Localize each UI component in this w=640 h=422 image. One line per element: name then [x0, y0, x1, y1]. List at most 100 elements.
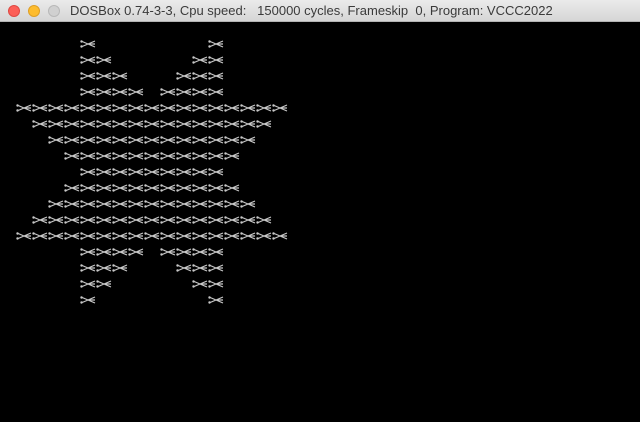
scissors-glyph-icon	[80, 248, 96, 256]
scissors-glyph-icon	[48, 120, 64, 128]
scissors-glyph-icon	[128, 184, 144, 192]
scissors-glyph-icon	[192, 168, 208, 176]
scissors-glyph-icon	[16, 104, 32, 112]
scissors-glyph-icon	[96, 104, 112, 112]
scissors-glyph-icon	[96, 232, 112, 240]
scissors-glyph-icon	[112, 216, 128, 224]
scissors-glyph-icon	[176, 72, 192, 80]
scissors-glyph-icon	[112, 200, 128, 208]
scissors-glyph-icon	[272, 232, 288, 240]
scissors-glyph-icon	[160, 120, 176, 128]
scissors-glyph-icon	[96, 200, 112, 208]
scissors-glyph-icon	[80, 168, 96, 176]
scissors-glyph-icon	[80, 136, 96, 144]
scissors-glyph-icon	[128, 136, 144, 144]
scissors-glyph-icon	[208, 56, 224, 64]
scissors-glyph-icon	[128, 248, 144, 256]
scissors-glyph-icon	[240, 216, 256, 224]
scissors-glyph-icon	[64, 104, 80, 112]
scissors-glyph-icon	[144, 104, 160, 112]
dosbox-window: DOSBox 0.74-3-3, Cpu speed: 150000 cycle…	[0, 0, 640, 422]
scissors-glyph-icon	[144, 136, 160, 144]
scissors-glyph-icon	[176, 200, 192, 208]
scissors-glyph-icon	[128, 200, 144, 208]
scissors-glyph-icon	[176, 104, 192, 112]
scissors-glyph-icon	[208, 72, 224, 80]
scissors-glyph-icon	[80, 264, 96, 272]
scissors-glyph-icon	[112, 264, 128, 272]
scissors-glyph-icon	[208, 104, 224, 112]
scissors-glyph-icon	[64, 216, 80, 224]
scissors-glyph-icon	[192, 120, 208, 128]
scissors-glyph-icon	[112, 72, 128, 80]
scissors-glyph-icon	[80, 72, 96, 80]
scissors-glyph-icon	[240, 136, 256, 144]
scissors-glyph-icon	[208, 296, 224, 304]
scissors-glyph-icon	[64, 152, 80, 160]
scissors-glyph-icon	[96, 72, 112, 80]
scissors-glyph-icon	[96, 280, 112, 288]
scissors-glyph-icon	[160, 184, 176, 192]
scissors-glyph-icon	[112, 232, 128, 240]
scissors-glyph-icon	[144, 184, 160, 192]
zoom-button[interactable]	[48, 5, 60, 17]
scissors-glyph-icon	[96, 216, 112, 224]
scissors-glyph-icon	[208, 88, 224, 96]
scissors-glyph-icon	[128, 232, 144, 240]
scissors-glyph-icon	[96, 248, 112, 256]
scissors-glyph-icon	[112, 136, 128, 144]
scissors-glyph-icon	[128, 120, 144, 128]
close-button[interactable]	[8, 5, 20, 17]
scissors-glyph-icon	[208, 184, 224, 192]
scissors-glyph-icon	[112, 120, 128, 128]
scissors-glyph-icon	[224, 200, 240, 208]
scissors-glyph-icon	[80, 120, 96, 128]
scissors-glyph-icon	[80, 200, 96, 208]
scissors-glyph-icon	[208, 232, 224, 240]
title-bar[interactable]: DOSBox 0.74-3-3, Cpu speed: 150000 cycle…	[0, 0, 640, 22]
scissors-glyph-icon	[128, 88, 144, 96]
scissors-glyph-icon	[224, 152, 240, 160]
scissors-glyph-icon	[208, 264, 224, 272]
scissors-glyph-icon	[192, 232, 208, 240]
minimize-button[interactable]	[28, 5, 40, 17]
scissors-glyph-icon	[208, 216, 224, 224]
scissors-glyph-icon	[176, 232, 192, 240]
scissors-glyph-icon	[192, 104, 208, 112]
scissors-glyph-icon	[96, 152, 112, 160]
dos-screen[interactable]	[0, 22, 640, 422]
scissors-glyph-icon	[144, 200, 160, 208]
scissors-glyph-icon	[192, 88, 208, 96]
scissors-glyph-icon	[64, 120, 80, 128]
scissors-glyph-icon	[128, 168, 144, 176]
scissors-glyph-icon	[192, 280, 208, 288]
scissors-glyph-icon	[176, 184, 192, 192]
scissors-glyph-icon	[80, 296, 96, 304]
scissors-glyph-icon	[128, 216, 144, 224]
scissors-glyph-icon	[160, 104, 176, 112]
scissors-glyph-icon	[192, 136, 208, 144]
scissors-glyph-icon	[32, 232, 48, 240]
scissors-glyph-icon	[96, 88, 112, 96]
scissors-glyph-icon	[224, 120, 240, 128]
scissors-glyph-icon	[96, 56, 112, 64]
scissors-glyph-icon	[240, 120, 256, 128]
scissors-glyph-icon	[208, 248, 224, 256]
scissors-glyph-icon	[48, 104, 64, 112]
scissors-glyph-icon	[224, 136, 240, 144]
scissors-glyph-icon	[176, 152, 192, 160]
scissors-glyph-icon	[96, 120, 112, 128]
window-title: DOSBox 0.74-3-3, Cpu speed: 150000 cycle…	[70, 3, 553, 18]
scissors-glyph-icon	[224, 232, 240, 240]
scissors-glyph-icon	[160, 232, 176, 240]
scissors-glyph-icon	[80, 104, 96, 112]
scissors-glyph-icon	[256, 232, 272, 240]
scissors-glyph-icon	[96, 264, 112, 272]
scissors-glyph-icon	[80, 56, 96, 64]
scissors-glyph-icon	[224, 104, 240, 112]
scissors-glyph-icon	[112, 168, 128, 176]
scissors-glyph-icon	[128, 104, 144, 112]
scissors-glyph-icon	[32, 120, 48, 128]
scissors-glyph-icon	[160, 88, 176, 96]
scissors-glyph-icon	[192, 184, 208, 192]
